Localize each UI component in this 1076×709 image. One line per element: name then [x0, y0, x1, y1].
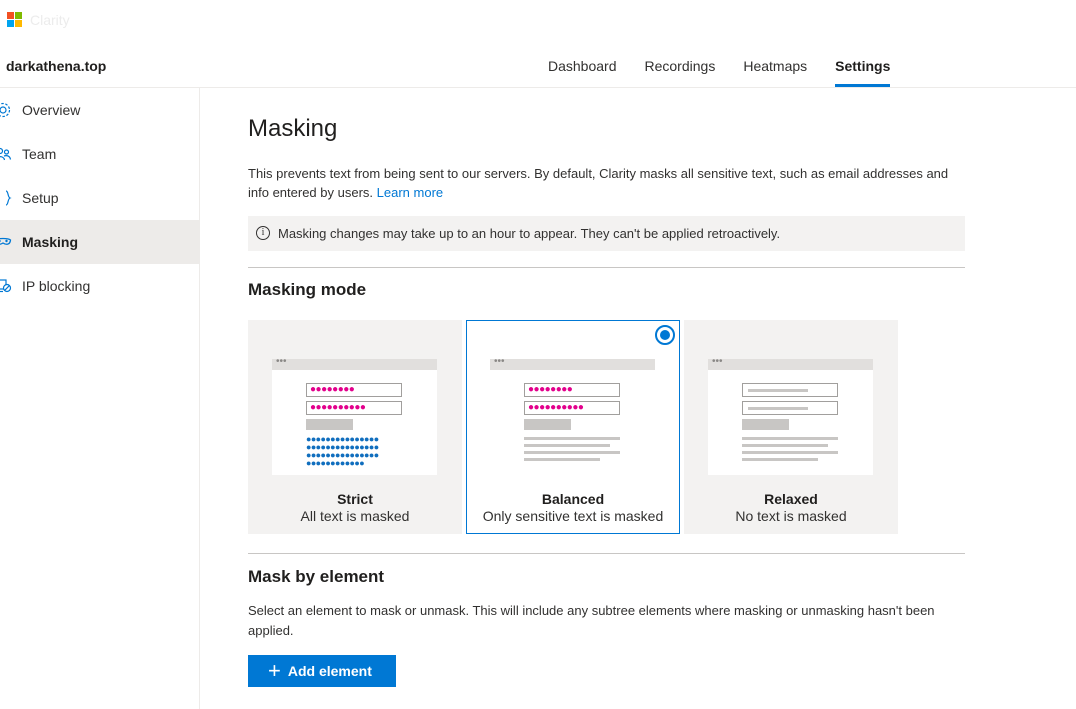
sidebar-item-masking[interactable]: Masking — [0, 220, 199, 264]
notice-text: Masking changes may take up to an hour t… — [278, 226, 781, 241]
masking-mode-options: ••• ●●●●●●●● ●●●●●●●●●● ●●●●●●●●●●●●●●● … — [248, 320, 898, 534]
gear-icon — [0, 101, 12, 119]
balanced-mode-card[interactable]: ••• ●●●●●●●● ●●●●●●●●●● Balanced Only se… — [466, 320, 680, 534]
masking-description: This prevents text from being sent to ou… — [248, 166, 949, 200]
mode-description: All text is masked — [300, 508, 410, 524]
sidebar-item-overview[interactable]: Overview — [0, 88, 199, 132]
selected-radio[interactable] — [655, 325, 675, 345]
masking-mode-heading: Masking mode — [248, 280, 367, 299]
relaxed-preview-illustration: ••• — [708, 356, 873, 475]
top-nav: Dashboard Recordings Heatmaps Settings — [534, 44, 904, 88]
learn-more-link[interactable]: Learn more — [377, 185, 443, 200]
info-notice: i Masking changes may take up to an hour… — [248, 216, 965, 251]
settings-sidebar: Overview Team Setup Masking IP blocking — [0, 88, 200, 709]
page-title: Masking — [248, 115, 338, 142]
sidebar-item-label: IP blocking — [22, 278, 91, 294]
team-icon — [0, 145, 12, 163]
top-bar: Clarity — [0, 0, 1076, 40]
sidebar-item-label: Masking — [22, 234, 79, 250]
brand-name: Clarity — [30, 12, 70, 28]
sidebar-item-label: Team — [22, 146, 57, 162]
sidebar-item-team[interactable]: Team — [0, 132, 199, 176]
project-header: darkathena.top Dashboard Recordings Heat… — [0, 44, 1076, 88]
sidebar-item-label: Overview — [22, 102, 81, 118]
divider — [248, 553, 965, 554]
mode-label: Balanced — [541, 491, 605, 507]
sidebar-item-ip-blocking[interactable]: IP blocking — [0, 264, 199, 308]
mode-description: Only sensitive text is masked — [482, 508, 664, 524]
tab-heatmaps[interactable]: Heatmaps — [729, 44, 821, 88]
mask-icon — [0, 233, 12, 251]
ip-block-icon — [0, 277, 12, 295]
sidebar-item-label: Setup — [22, 190, 59, 206]
project-name[interactable]: darkathena.top — [6, 58, 106, 74]
tab-dashboard[interactable]: Dashboard — [534, 44, 631, 88]
microsoft-logo[interactable] — [7, 12, 23, 28]
tab-recordings[interactable]: Recordings — [631, 44, 730, 88]
mode-description: No text is masked — [735, 508, 847, 524]
mode-label: Relaxed — [764, 491, 818, 507]
relaxed-mode-card[interactable]: ••• Relaxed No text is masked — [684, 320, 898, 534]
mask-by-element-description: Select an element to mask or unmask. Thi… — [248, 603, 935, 638]
plus-icon: + — [268, 658, 281, 683]
add-element-button[interactable]: + Add element — [248, 655, 396, 687]
sidebar-item-setup[interactable]: Setup — [0, 176, 199, 220]
strict-mode-card[interactable]: ••• ●●●●●●●● ●●●●●●●●●● ●●●●●●●●●●●●●●● … — [248, 320, 462, 534]
tab-settings[interactable]: Settings — [821, 44, 904, 88]
mask-by-element-heading: Mask by element — [248, 567, 385, 586]
info-icon: i — [256, 226, 270, 240]
balanced-preview-illustration: ••• ●●●●●●●● ●●●●●●●●●● — [490, 356, 655, 475]
divider — [248, 267, 965, 268]
mode-label: Strict — [337, 491, 373, 507]
add-element-label: Add element — [287, 663, 372, 679]
braces-icon — [0, 189, 12, 207]
strict-preview-illustration: ••• ●●●●●●●● ●●●●●●●●●● ●●●●●●●●●●●●●●● … — [272, 356, 437, 475]
